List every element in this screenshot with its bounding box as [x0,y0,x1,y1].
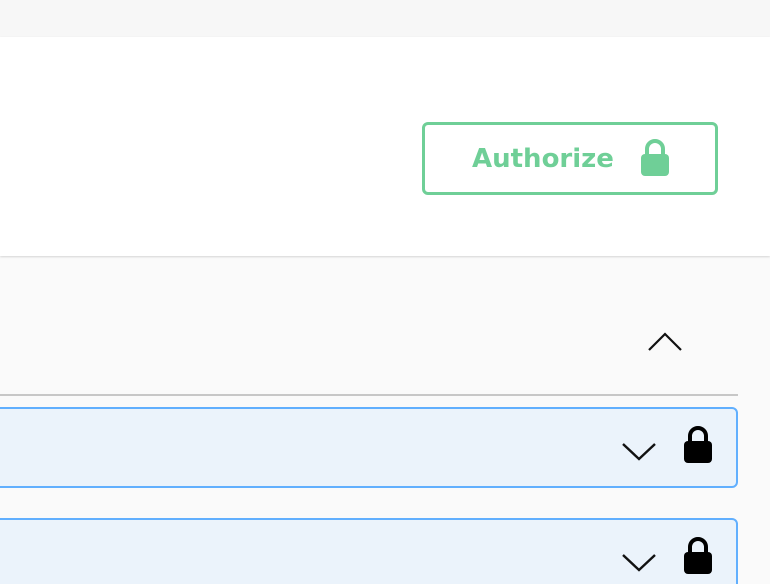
api-docs-page: Authorize [0,0,770,584]
authorize-label: Authorize [472,143,614,174]
lock-icon [641,139,669,176]
chevron-up-icon[interactable] [645,328,685,354]
section-header[interactable] [0,257,738,396]
chevron-down-icon[interactable] [620,439,658,463]
top-bar [0,0,770,37]
chevron-down-icon[interactable] [620,550,658,574]
operation-block[interactable] [0,518,738,584]
lock-icon[interactable] [682,425,714,465]
authorize-button[interactable]: Authorize [422,122,718,195]
lock-icon[interactable] [682,536,714,576]
operation-block[interactable] [0,407,738,488]
